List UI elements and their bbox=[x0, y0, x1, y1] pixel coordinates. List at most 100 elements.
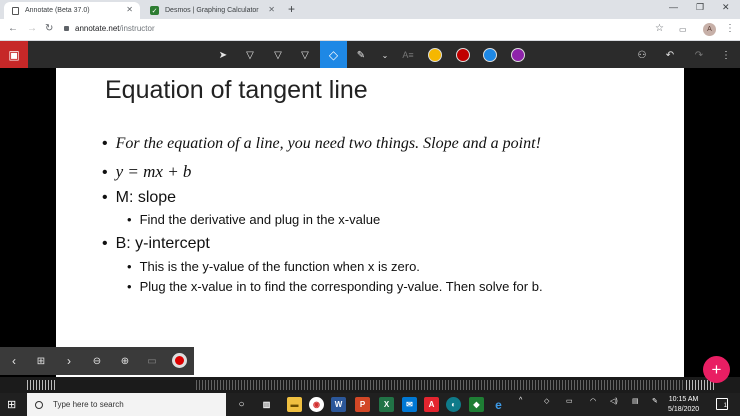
edge-icon[interactable]: e bbox=[491, 397, 506, 412]
bookmark-star-icon[interactable]: ☆ bbox=[655, 23, 664, 34]
tray-wifi-icon[interactable]: ◠ bbox=[590, 397, 596, 405]
eraser-tool-button[interactable]: ◇ bbox=[320, 41, 347, 68]
color-swatch-red[interactable] bbox=[456, 48, 470, 62]
tray-pen-icon[interactable]: ✎ bbox=[652, 397, 658, 405]
users-icon[interactable]: ⚇ bbox=[633, 46, 651, 64]
powerpoint-icon[interactable]: P bbox=[355, 397, 370, 412]
slide-canvas[interactable]: Equation of tangent line • For the equati… bbox=[56, 68, 684, 381]
chevron-down-icon[interactable]: ⌄ bbox=[376, 46, 394, 64]
acrobat-icon[interactable]: A bbox=[424, 397, 439, 412]
address-bar-row: ← → ↻ annotate.net/instructor ☆ ▭ A ⋮ bbox=[0, 19, 740, 41]
notification-count: 1 bbox=[723, 403, 727, 409]
color-swatch-yellow[interactable] bbox=[428, 48, 442, 62]
url-field[interactable]: annotate.net/instructor bbox=[64, 24, 155, 33]
browser-menu-icon[interactable]: ⋮ bbox=[725, 23, 735, 34]
prev-slide-chevron-icon[interactable]: ‹ bbox=[5, 353, 23, 369]
new-tab-plus-icon[interactable]: + bbox=[288, 2, 295, 16]
bullet-line-4-2: • Plug the x-value in to find the corresp… bbox=[127, 279, 543, 294]
fit-screen-icon[interactable]: ▭ bbox=[143, 353, 161, 369]
file-explorer-icon[interactable]: ▬ bbox=[287, 397, 302, 412]
bullet-text-1: For the equation of a line, you need two… bbox=[115, 135, 541, 152]
chrome-icon[interactable]: ◉ bbox=[309, 397, 324, 412]
taskbar-clock[interactable]: 10:15 AM 5/18/2020 bbox=[668, 395, 699, 415]
tray-app-icon[interactable]: ◇ bbox=[544, 397, 549, 405]
taskbar-search-placeholder: Type here to search bbox=[53, 400, 124, 409]
slide-thumbnail-strip[interactable] bbox=[0, 377, 740, 393]
brush-icon[interactable]: ✎ bbox=[352, 46, 370, 64]
task-view-icon[interactable]: ▥ bbox=[259, 397, 274, 412]
presentation-icon[interactable]: ▣ bbox=[0, 41, 28, 68]
zoom-in-icon[interactable]: ⊕ bbox=[116, 353, 134, 369]
close-tab-icon[interactable]: ✕ bbox=[126, 5, 133, 14]
record-dot-icon bbox=[175, 356, 184, 365]
search-icon bbox=[35, 400, 43, 409]
tab-annotate-title: Annotate (Beta 37.0) bbox=[25, 7, 90, 14]
undo-icon[interactable]: ↶ bbox=[661, 46, 679, 64]
app-icon-green[interactable]: ◆ bbox=[469, 397, 484, 412]
bullet-line-4-1: • This is the y-value of the function whe… bbox=[127, 259, 420, 274]
bullet-text-4-1: This is the y-value of the function when… bbox=[139, 259, 420, 274]
zoom-out-icon[interactable]: ⊖ bbox=[88, 353, 106, 369]
tray-keyboard-icon[interactable]: ▤ bbox=[632, 397, 639, 405]
redo-icon[interactable]: ↷ bbox=[690, 46, 708, 64]
next-slide-chevron-icon[interactable]: › bbox=[60, 353, 78, 369]
bullet-text-4: B: y-intercept bbox=[115, 235, 210, 252]
back-arrow-icon[interactable]: ← bbox=[8, 23, 18, 34]
clock-date: 5/18/2020 bbox=[668, 406, 700, 413]
cast-icon[interactable]: ▭ bbox=[679, 25, 687, 34]
restore-icon[interactable]: ❐ bbox=[696, 2, 704, 13]
tab-desmos-title: Desmos | Graphing Calculator bbox=[165, 7, 259, 14]
left-margin bbox=[0, 68, 56, 381]
minimize-icon[interactable]: — bbox=[669, 2, 678, 12]
desmos-favicon-icon: ✓ bbox=[150, 6, 159, 15]
forward-arrow-icon[interactable]: → bbox=[27, 23, 37, 34]
tab-desmos[interactable]: ✓ Desmos | Graphing Calculator ✕ bbox=[142, 2, 282, 19]
tray-volume-icon[interactable]: ◁) bbox=[610, 397, 618, 405]
word-icon[interactable]: W bbox=[331, 397, 346, 412]
thumbnail-marks-left bbox=[27, 380, 57, 390]
bullet-line-3-1: • Find the derivative and plug in the x-v… bbox=[127, 212, 381, 227]
text-tool-icon[interactable]: A≡ bbox=[399, 46, 417, 64]
close-tab-icon[interactable]: ✕ bbox=[268, 5, 275, 14]
mail-icon[interactable]: ✉ bbox=[402, 397, 417, 412]
excel-icon[interactable]: X bbox=[379, 397, 394, 412]
toolbar-menu-icon[interactable]: ⋮ bbox=[717, 46, 735, 64]
bullet-line-1: • For the equation of a line, you need tw… bbox=[102, 135, 541, 152]
color-swatch-purple[interactable] bbox=[511, 48, 525, 62]
bullet-text-3-1: Find the derivative and plug in the x-va… bbox=[139, 212, 381, 227]
reload-icon[interactable]: ↻ bbox=[45, 23, 53, 34]
pointer-icon[interactable]: ➤ bbox=[214, 46, 232, 64]
marker-cup-icon[interactable]: ▽ bbox=[269, 46, 287, 64]
bullet-text-2: y = mx + b bbox=[115, 162, 192, 181]
tab-annotate[interactable]: Annotate (Beta 37.0) ✕ bbox=[4, 2, 140, 19]
bullet-line-4: • B: y-intercept bbox=[102, 235, 210, 252]
bullet-text-3: M: slope bbox=[115, 189, 177, 206]
url-host: annotate.net bbox=[75, 24, 120, 33]
highlighter-cup-icon[interactable]: ▽ bbox=[296, 46, 314, 64]
taskbar-search-box[interactable]: Type here to search bbox=[27, 393, 226, 416]
bullet-line-3: • M: slope bbox=[102, 189, 177, 206]
lock-icon bbox=[64, 26, 69, 31]
windows-start-icon[interactable]: ⊞ bbox=[7, 398, 16, 411]
app-icon-teal[interactable]: ◐ bbox=[446, 397, 461, 412]
tray-chevron-icon[interactable]: ^ bbox=[519, 397, 522, 404]
tray-battery-icon[interactable]: ▭ bbox=[566, 397, 573, 405]
add-slide-button[interactable]: + bbox=[703, 356, 730, 383]
color-swatch-blue[interactable] bbox=[483, 48, 497, 62]
windows-taskbar: ⊞ Type here to search ○ ▥ ▬ ◉ W P X ✉ A … bbox=[0, 393, 740, 416]
thumbnail-marks-middle bbox=[196, 380, 684, 390]
window-close-icon[interactable]: ✕ bbox=[722, 2, 730, 13]
profile-avatar[interactable]: A bbox=[703, 23, 716, 36]
grid-view-icon[interactable]: ⊞ bbox=[32, 353, 50, 369]
notification-center-icon[interactable]: 1 bbox=[716, 398, 728, 410]
pen-cup-icon[interactable]: ▽ bbox=[241, 46, 259, 64]
eraser-icon: ◇ bbox=[328, 47, 339, 62]
cortana-icon[interactable]: ○ bbox=[234, 397, 249, 412]
clock-time: 10:15 AM bbox=[668, 396, 699, 403]
slide-nav-panel: ‹ ⊞ › ⊖ ⊕ ▭ bbox=[0, 347, 194, 375]
record-button[interactable] bbox=[172, 353, 187, 368]
bullet-text-4-2: Plug the x-value in to find the correspo… bbox=[139, 279, 543, 294]
browser-tab-strip: Annotate (Beta 37.0) ✕ ✓ Desmos | Graphi… bbox=[0, 0, 740, 19]
bullet-line-2: • y = mx + b bbox=[102, 162, 192, 181]
right-margin bbox=[684, 68, 740, 381]
